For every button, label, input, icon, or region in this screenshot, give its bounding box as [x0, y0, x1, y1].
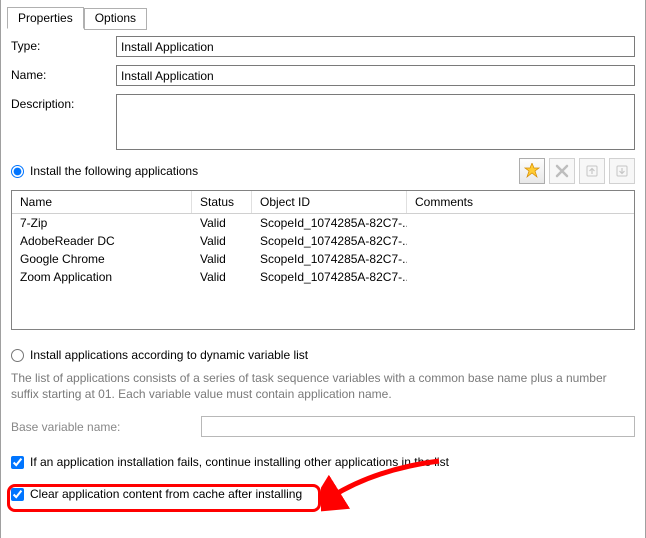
cell-comments [407, 268, 634, 286]
cell-name: Google Chrome [12, 250, 192, 268]
radio-dynamic-list[interactable]: Install applications according to dynami… [11, 348, 635, 362]
check-continue-on-fail[interactable]: If an application installation fails, co… [11, 455, 635, 469]
radio-dynamic-list-label: Install applications according to dynami… [30, 348, 308, 362]
tab-properties[interactable]: Properties [7, 7, 84, 29]
cell-oid: ScopeId_1074285A-82C7-... [252, 268, 407, 286]
cell-status: Valid [192, 214, 252, 232]
cell-status: Valid [192, 232, 252, 250]
move-down-icon [614, 163, 630, 179]
description-field[interactable] [116, 94, 635, 150]
radio-install-following-input[interactable] [11, 165, 24, 178]
cell-oid: ScopeId_1074285A-82C7-... [252, 250, 407, 268]
cell-name: AdobeReader DC [12, 232, 192, 250]
table-row[interactable]: Zoom Application Valid ScopeId_1074285A-… [12, 268, 634, 286]
base-variable-row: Base variable name: [11, 416, 635, 437]
radio-install-following[interactable]: Install the following applications [11, 164, 198, 178]
col-header-objectid[interactable]: Object ID [252, 191, 407, 213]
base-variable-field [201, 416, 635, 437]
cell-comments [407, 232, 634, 250]
new-button[interactable] [519, 158, 545, 184]
table-row[interactable]: 7-Zip Valid ScopeId_1074285A-82C7-... [12, 214, 634, 232]
table-row[interactable]: AdobeReader DC Valid ScopeId_1074285A-82… [12, 232, 634, 250]
properties-panel: Properties Options Type: Name: Descripti… [0, 0, 646, 538]
table-body: 7-Zip Valid ScopeId_1074285A-82C7-... Ad… [12, 214, 634, 329]
tab-options[interactable]: Options [84, 8, 147, 30]
type-field [116, 36, 635, 57]
check-clear-cache-input[interactable] [11, 488, 24, 501]
starburst-icon [524, 163, 540, 179]
cell-name: Zoom Application [12, 268, 192, 286]
check-clear-cache[interactable]: Clear application content from cache aft… [11, 487, 635, 501]
radio-install-following-label: Install the following applications [30, 164, 198, 178]
delete-x-icon [555, 164, 569, 178]
check-continue-on-fail-label: If an application installation fails, co… [30, 455, 449, 469]
dynamic-help-text: The list of applications consists of a s… [11, 370, 635, 402]
table-header: Name Status Object ID Comments [12, 191, 634, 214]
col-header-name[interactable]: Name [12, 191, 192, 213]
applications-table[interactable]: Name Status Object ID Comments 7-Zip Val… [11, 190, 635, 330]
cell-comments [407, 250, 634, 268]
move-up-icon [584, 163, 600, 179]
delete-button [549, 158, 575, 184]
base-variable-label: Base variable name: [11, 420, 201, 434]
move-down-button [609, 158, 635, 184]
table-row[interactable]: Google Chrome Valid ScopeId_1074285A-82C… [12, 250, 634, 268]
col-header-status[interactable]: Status [192, 191, 252, 213]
cell-oid: ScopeId_1074285A-82C7-... [252, 214, 407, 232]
move-up-button [579, 158, 605, 184]
cell-status: Valid [192, 268, 252, 286]
name-field[interactable] [116, 65, 635, 86]
cell-oid: ScopeId_1074285A-82C7-... [252, 232, 407, 250]
cell-name: 7-Zip [12, 214, 192, 232]
table-toolbar [519, 158, 635, 184]
cell-comments [407, 214, 634, 232]
tab-bar: Properties Options [7, 6, 635, 28]
name-label: Name: [11, 65, 116, 82]
check-clear-cache-label: Clear application content from cache aft… [30, 487, 302, 501]
type-label: Type: [11, 36, 116, 53]
radio-dynamic-list-input[interactable] [11, 349, 24, 362]
cell-status: Valid [192, 250, 252, 268]
col-header-comments[interactable]: Comments [407, 191, 634, 213]
check-continue-on-fail-input[interactable] [11, 456, 24, 469]
description-label: Description: [11, 94, 116, 111]
